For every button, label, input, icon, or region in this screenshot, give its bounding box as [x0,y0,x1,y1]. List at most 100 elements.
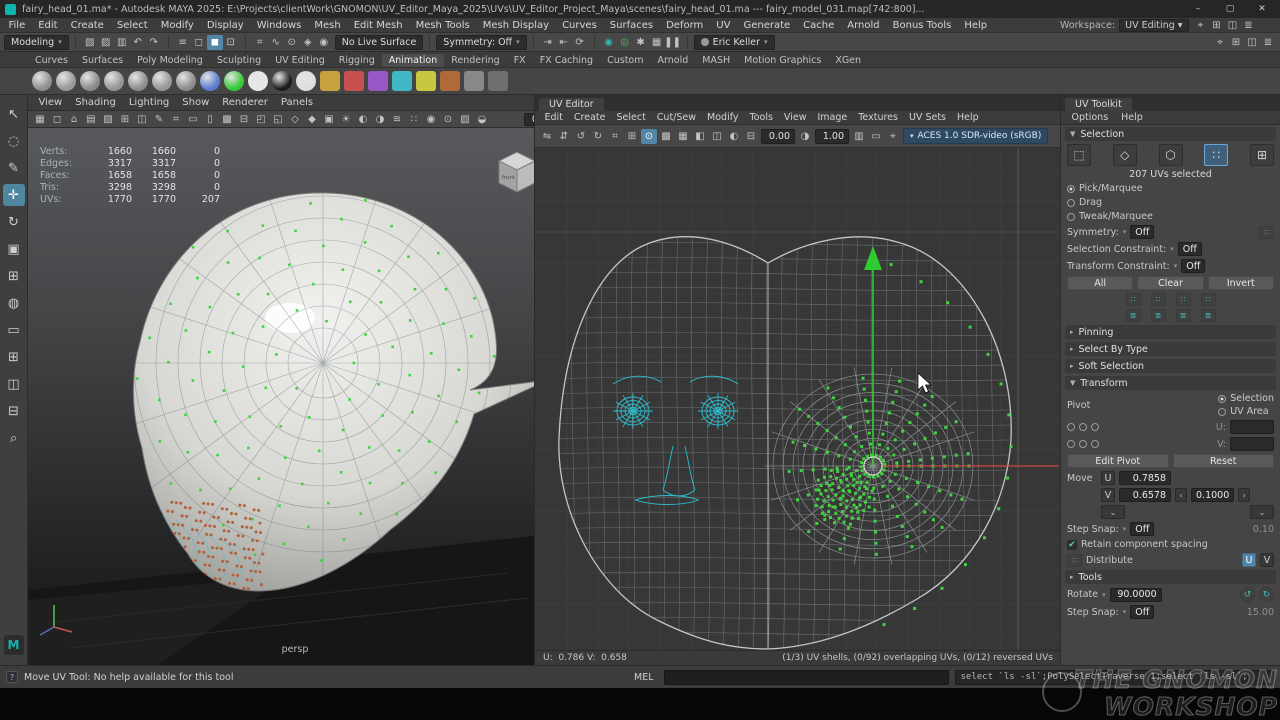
layout-icon[interactable]: ◫ [1225,18,1241,33]
exposure-icon[interactable]: ◒ [474,112,490,127]
lighting-icon[interactable]: ☀ [338,112,354,127]
uv-texture-image-icon[interactable]: ▥ [851,129,867,144]
material-ball-icon[interactable] [152,71,172,91]
shelf-tab[interactable]: XGen [828,54,868,67]
rotate-step-snap-dropdown[interactable]: Off [1130,605,1154,619]
noise-texture-icon[interactable] [368,71,388,91]
lock-camera-icon[interactable]: ◻ [49,112,65,127]
live-surface-field[interactable]: No Live Surface [335,35,424,50]
menu-item[interactable]: Help [958,20,994,31]
marquee-mode-drag[interactable]: Drag [1065,197,1276,208]
pause-icon[interactable]: ❚❚ [665,35,681,50]
pivot-pos-radio[interactable] [1091,440,1099,448]
shelf-tab[interactable]: Surfaces [75,54,130,67]
pixel-info-icon[interactable]: ⌖ [885,129,901,144]
image-plane-icon[interactable]: ▧ [100,112,116,127]
edge-mode-icon[interactable]: ◇ [1113,144,1137,166]
shelf-tab[interactable]: Poly Modeling [130,54,210,67]
render-icon[interactable]: ◉ [601,35,617,50]
pivot-v-field[interactable] [1230,437,1274,451]
menu-item[interactable]: Generate [737,20,797,31]
new-scene-icon[interactable]: ▧ [82,35,98,50]
symmetry-field[interactable]: Symmetry: Off▾ [436,35,526,50]
isolate-select-icon[interactable]: ⊙ [440,112,456,127]
uv-editor-canvas[interactable] [535,148,1061,650]
uv-editor-menu-item[interactable]: Edit [539,112,568,123]
black-shader-ball-icon[interactable] [272,71,292,91]
uv-editor-menu-item[interactable]: Cut/Sew [651,112,701,123]
shelf-tab[interactable]: Sculpting [210,54,268,67]
shaded-icon[interactable]: ◆ [304,112,320,127]
select-mask-icon[interactable]: ⊡ [223,35,239,50]
uv-toolkit-menu-item[interactable]: Options [1065,112,1115,123]
gate-mask-icon[interactable]: ▩ [219,112,235,127]
shadows-icon[interactable]: ◐ [355,112,371,127]
viewport-canvas[interactable]: Verts:166016600Edges:331733170Faces:1658… [28,128,562,665]
open-scene-icon[interactable]: ▨ [98,35,114,50]
retain-spacing-row[interactable]: ✔ Retain component spacing [1065,539,1276,550]
checker-texture-icon[interactable] [320,71,340,91]
face-mode-icon[interactable]: ⬡ [1159,144,1183,166]
render-settings-icon[interactable]: ✱ [633,35,649,50]
move-tool[interactable]: ✛ [3,184,25,206]
menu-item[interactable]: Windows [250,20,308,31]
lasso-tool[interactable]: ◌ [3,130,25,152]
colorspace-selector[interactable]: ▾ACES 1.0 SDR-video (sRGB) [903,128,1048,144]
uv-editor-menu-item[interactable]: Textures [853,112,904,123]
2d-pan-zoom-icon[interactable]: ⊞ [117,112,133,127]
image-ratio-icon[interactable]: ▭ [868,129,884,144]
grid-icon[interactable]: ⊞ [1209,18,1225,33]
selection-constraint-dropdown[interactable]: Off [1178,242,1202,256]
uv-editor-menu-item[interactable]: UV Sets [903,112,951,123]
shelf-tab[interactable]: FX [507,54,533,67]
xray-icon[interactable]: ▨ [457,112,473,127]
move-v-field[interactable]: 0.6578 [1119,488,1171,502]
texture-borders-icon[interactable]: ◫ [709,129,725,144]
to-face-icon[interactable]: ∷ [1176,293,1191,306]
shelf-tab[interactable]: Custom [600,54,650,67]
maximize-button[interactable]: ▢ [1217,1,1243,17]
safe-title-icon[interactable]: ◱ [270,112,286,127]
field-chart-icon[interactable]: ⊟ [236,112,252,127]
uv-editor-menu-item[interactable]: Tools [744,112,778,123]
loop-selection-icon[interactable]: ≣ [1201,309,1216,322]
shell-select-icon[interactable]: ⊞ [1250,144,1274,166]
outliner-icon[interactable]: ≣ [1260,35,1276,50]
uv-mode-icon[interactable]: ⬚ [1067,144,1091,166]
select-all-button[interactable]: All [1067,276,1133,290]
shelf-tab[interactable]: Arnold [651,54,696,67]
rotate-ccw-icon[interactable]: ↺ [573,129,589,144]
section-tools[interactable]: ▸Tools [1065,570,1276,584]
texture-view-icon[interactable]: ▦ [649,35,665,50]
transform-constraint-dropdown[interactable]: Off [1181,259,1205,273]
move-u-field[interactable]: 0.7858 [1119,471,1171,485]
pivot-pos-radio[interactable] [1079,423,1087,431]
multisample-icon[interactable]: ∷ [406,112,422,127]
viewport-menu-item[interactable]: View [32,97,69,108]
section-selection[interactable]: ▼Selection [1065,127,1276,141]
safe-action-icon[interactable]: ◰ [253,112,269,127]
menu-item[interactable]: Display [200,20,250,31]
menu-item[interactable]: Select [110,20,154,31]
zoom-tool[interactable]: ⌕ [3,427,25,449]
input-connections-icon[interactable]: ⇥ [540,35,556,50]
menu-item[interactable]: Bonus Tools [886,20,958,31]
material-ball-icon[interactable] [56,71,76,91]
grease-pencil-icon[interactable]: ✎ [151,112,167,127]
pivot-u-field[interactable] [1230,420,1274,434]
resolution-gate-icon[interactable]: ▯ [202,112,218,127]
user-account-selector[interactable]: Eric Keller▾ [694,35,775,50]
ramp-texture-icon[interactable] [344,71,364,91]
flip-v-icon[interactable]: ⇵ [556,129,572,144]
menu-item[interactable]: Mesh Display [476,20,555,31]
marquee-mode-pick[interactable]: Pick/Marquee [1065,183,1276,194]
material-ball-icon[interactable] [80,71,100,91]
tweak-uv-tool[interactable]: ⊞ [3,265,25,287]
move-options-dropdown[interactable]: ⌄ [1101,505,1125,519]
pivot-pos-radio[interactable] [1067,423,1075,431]
menu-item[interactable]: Modify [154,20,200,31]
select-camera-icon[interactable]: ▦ [32,112,48,127]
menu-item[interactable]: Deform [660,20,710,31]
shelf-tab[interactable]: MASH [695,54,737,67]
symmetry-dropdown[interactable]: Off [1130,225,1154,239]
